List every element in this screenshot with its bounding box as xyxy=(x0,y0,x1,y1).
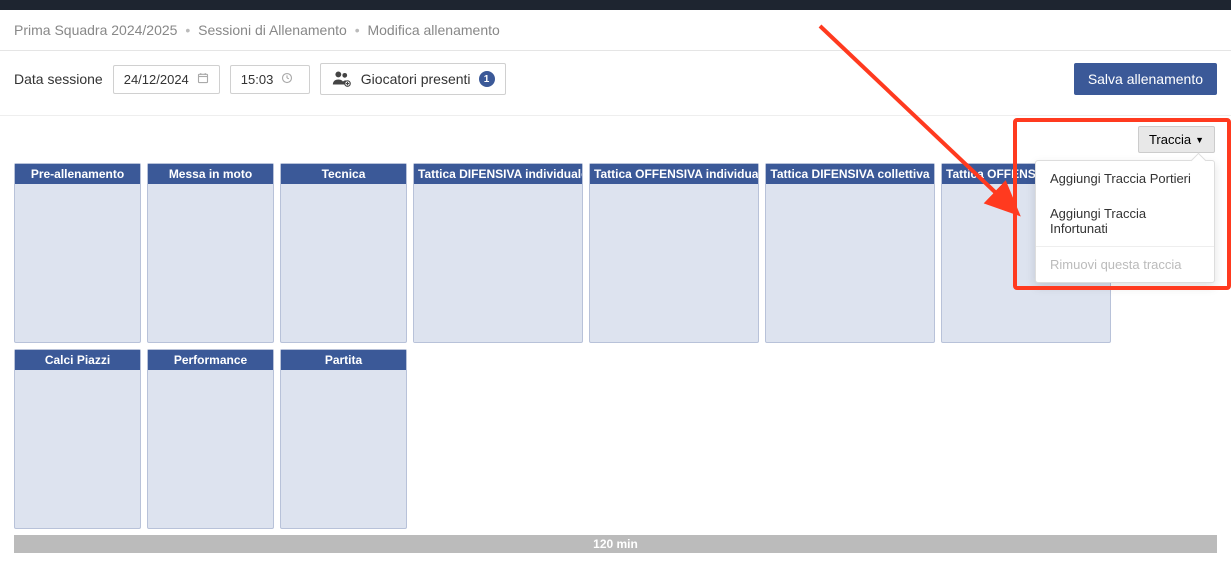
menu-add-infortunati[interactable]: Aggiungi Traccia Infortunati xyxy=(1036,196,1214,246)
breadcrumb-separator: • xyxy=(185,22,190,38)
card-body[interactable] xyxy=(148,370,273,528)
card-header: Tecnica xyxy=(281,164,406,184)
traccia-button-label: Traccia xyxy=(1149,132,1191,147)
traccia-dropdown-button[interactable]: Traccia ▼ xyxy=(1138,126,1215,153)
training-card[interactable]: Pre-allenamento xyxy=(14,163,141,343)
menu-add-portieri[interactable]: Aggiungi Traccia Portieri xyxy=(1036,161,1214,196)
players-present-button[interactable]: Giocatori presenti 1 xyxy=(320,63,506,95)
card-body[interactable] xyxy=(15,184,140,342)
training-card[interactable]: Tattica DIFENSIVA collettiva xyxy=(765,163,935,343)
date-input[interactable]: 24/12/2024 xyxy=(113,65,220,94)
cards-row-2: Calci Piazzi Performance Partita xyxy=(14,349,1217,529)
card-header: Messa in moto xyxy=(148,164,273,184)
training-card[interactable]: Tattica DIFENSIVA individuale xyxy=(413,163,583,343)
breadcrumb-separator: • xyxy=(355,22,360,38)
training-card[interactable]: Calci Piazzi xyxy=(14,349,141,529)
card-header: Tattica DIFENSIVA collettiva xyxy=(766,164,934,184)
breadcrumb-item-1[interactable]: Prima Squadra 2024/2025 xyxy=(14,22,177,38)
calendar-icon xyxy=(197,72,209,87)
card-header: Partita xyxy=(281,350,406,370)
card-header: Pre-allenamento xyxy=(15,164,140,184)
card-header: Tattica DIFENSIVA individuale xyxy=(414,164,582,184)
menu-remove-traccia: Rimuovi questa traccia xyxy=(1036,247,1214,282)
players-count-badge: 1 xyxy=(479,71,495,87)
training-card[interactable]: Messa in moto xyxy=(147,163,274,343)
training-card[interactable]: Tattica OFFENSIVA individuale xyxy=(589,163,759,343)
breadcrumb: Prima Squadra 2024/2025 • Sessioni di Al… xyxy=(0,10,1231,51)
traccia-dropdown-menu: Aggiungi Traccia Portieri Aggiungi Tracc… xyxy=(1035,160,1215,283)
card-header: Tattica OFFENSIVA individuale xyxy=(590,164,758,184)
save-button[interactable]: Salva allenamento xyxy=(1074,63,1217,95)
card-body[interactable] xyxy=(281,370,406,528)
card-body[interactable] xyxy=(590,184,758,342)
training-card[interactable]: Performance xyxy=(147,349,274,529)
training-card[interactable]: Partita xyxy=(280,349,407,529)
card-body[interactable] xyxy=(414,184,557,342)
card-header: Performance xyxy=(148,350,273,370)
time-input[interactable]: 15:03 xyxy=(230,65,310,94)
date-label: Data sessione xyxy=(14,71,103,87)
training-card[interactable]: Tecnica xyxy=(280,163,407,343)
card-header: Calci Piazzi xyxy=(15,350,140,370)
duration-footer: 120 min xyxy=(14,535,1217,553)
date-value: 24/12/2024 xyxy=(124,72,189,87)
players-label: Giocatori presenti xyxy=(361,71,471,87)
topbar xyxy=(0,0,1231,10)
chevron-down-icon: ▼ xyxy=(1195,135,1204,145)
breadcrumb-item-2[interactable]: Sessioni di Allenamento xyxy=(198,22,347,38)
card-body[interactable] xyxy=(766,184,934,342)
traccia-row: Traccia ▼ Aggiungi Traccia Portieri Aggi… xyxy=(14,116,1217,163)
card-body[interactable] xyxy=(281,184,406,342)
clock-icon xyxy=(281,72,293,87)
toolbar: Data sessione 24/12/2024 15:03 Giocatori… xyxy=(0,51,1231,116)
time-value: 15:03 xyxy=(241,72,274,87)
card-body[interactable] xyxy=(15,370,140,528)
content-area: Traccia ▼ Aggiungi Traccia Portieri Aggi… xyxy=(0,116,1231,573)
breadcrumb-item-3: Modifica allenamento xyxy=(367,22,499,38)
players-icon xyxy=(331,68,353,90)
card-body[interactable] xyxy=(148,184,273,342)
